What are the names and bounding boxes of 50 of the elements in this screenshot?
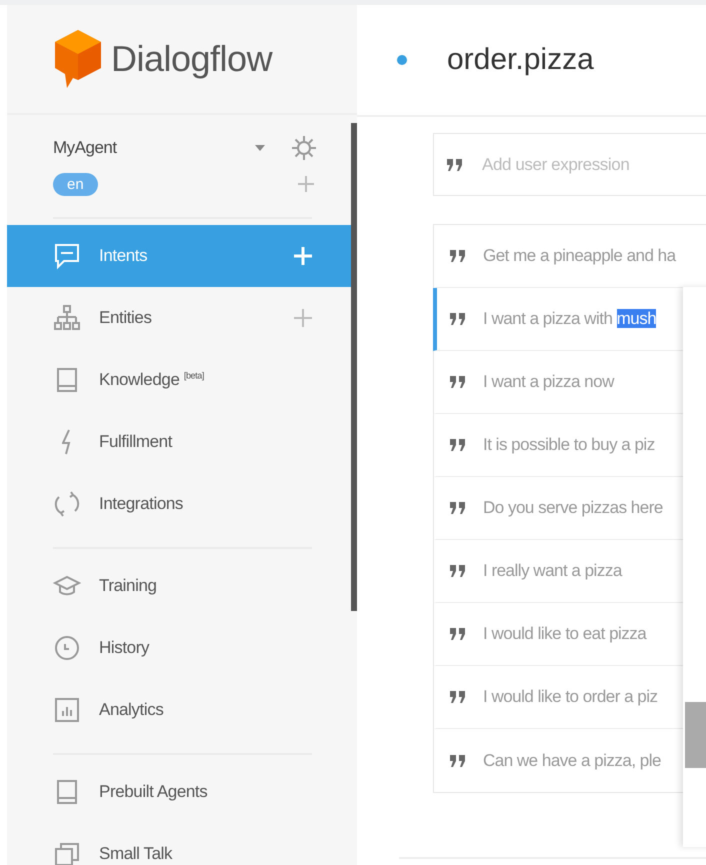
settings-icon[interactable] — [291, 135, 317, 161]
quote-icon — [449, 501, 467, 515]
agent-name[interactable]: MyAgent — [53, 138, 255, 158]
sidebar-item[interactable]: Prebuilt Agents — [7, 761, 351, 823]
quote-icon — [449, 375, 467, 389]
add-icon[interactable] — [293, 308, 313, 328]
quote-icon — [449, 564, 467, 578]
sidebar-item[interactable]: History — [7, 617, 351, 679]
status-dot — [397, 55, 407, 65]
expression-text: Do you serve pizzas here — [483, 498, 663, 518]
quote-icon — [449, 438, 467, 452]
scrollbar[interactable] — [351, 123, 357, 611]
clock-icon — [53, 634, 81, 662]
chat-icon — [53, 242, 81, 270]
intent-title: order.pizza — [447, 43, 594, 77]
expression-text: I would like to order a piz — [483, 687, 658, 707]
quote-icon — [449, 690, 467, 704]
quote-icon — [449, 249, 467, 263]
quote-icon — [449, 312, 467, 326]
chart-icon — [53, 696, 81, 724]
expression-text: It is possible to buy a piz — [483, 435, 655, 455]
sidebar-item[interactable]: Integrations — [7, 473, 351, 535]
sidebar-item[interactable]: Entities — [7, 287, 351, 349]
brand-name: Dialogflow — [111, 38, 272, 80]
expression-text: Can we have a pizza, ple — [483, 750, 661, 770]
lightning-icon — [62, 428, 72, 456]
sidebar-item[interactable]: Training — [7, 555, 351, 617]
sidebar-item[interactable]: Fulfillment — [7, 411, 351, 473]
hierarchy-icon — [53, 304, 81, 332]
expression-row[interactable]: Can we have a pizza, ple — [433, 729, 706, 792]
language-badge[interactable]: en — [53, 172, 98, 196]
windows-icon — [53, 840, 81, 865]
expression-text: Get me a pineapple and ha — [483, 246, 676, 266]
sidebar-item[interactable]: Small Talk — [7, 823, 351, 865]
sync-icon — [53, 490, 81, 518]
scrollbar[interactable] — [685, 702, 706, 768]
quote-icon — [446, 158, 464, 172]
sidebar-item[interactable]: Intents — [7, 225, 351, 287]
logo-icon — [53, 28, 103, 90]
expression-input-field[interactable]: Add user expression — [480, 154, 706, 176]
expression-text: I really want a pizza — [483, 561, 622, 581]
quote-icon — [449, 754, 467, 768]
add-icon[interactable] — [297, 175, 315, 193]
quote-icon — [449, 627, 467, 641]
sidebar-item[interactable]: Analytics — [7, 679, 351, 741]
expression-text: I want a pizza with mush — [483, 309, 656, 329]
expression-text: I would like to eat pizza — [483, 624, 646, 644]
sidebar-item[interactable]: Knowledge $^{[beta]}$ — [7, 349, 351, 411]
dropdown-caret-icon[interactable] — [255, 145, 265, 151]
expression-text: I want a pizza now — [483, 372, 614, 392]
